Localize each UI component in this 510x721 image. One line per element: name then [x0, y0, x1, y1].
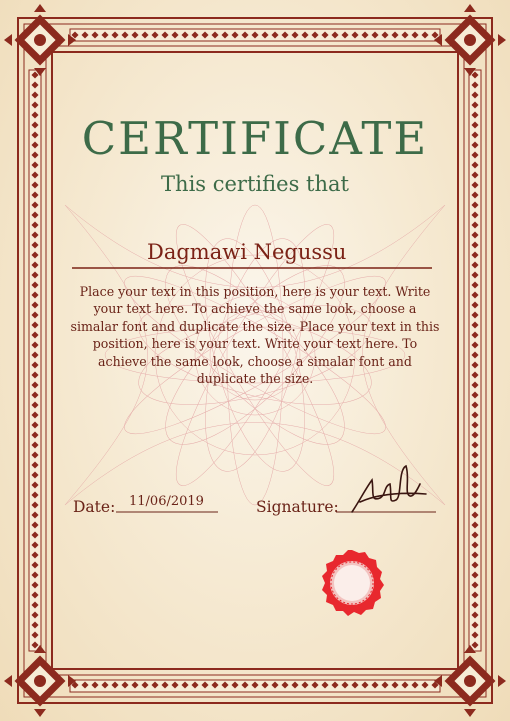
certificate-title: CERTIFICATE	[81, 112, 429, 165]
signature-scribble	[351, 464, 427, 513]
signature-label: Signature:	[256, 498, 339, 516]
corner-ornament-top-left	[4, 4, 76, 76]
certificate-subtitle: This certifies that	[161, 172, 349, 196]
recipient-name: Dagmawi Negussu	[147, 240, 347, 264]
red-seal	[322, 550, 384, 616]
certificate-body-text: Place your text in this position, here i…	[70, 284, 440, 387]
date-label: Date:	[73, 498, 116, 516]
corner-ornament-bottom-right	[434, 645, 506, 717]
certificate-page: CERTIFICATE This certifies that Dagmawi …	[0, 0, 510, 721]
corner-ornament-bottom-left	[4, 645, 76, 717]
corner-ornament-top-right	[434, 4, 506, 76]
date-value: 11/06/2019	[129, 494, 204, 509]
